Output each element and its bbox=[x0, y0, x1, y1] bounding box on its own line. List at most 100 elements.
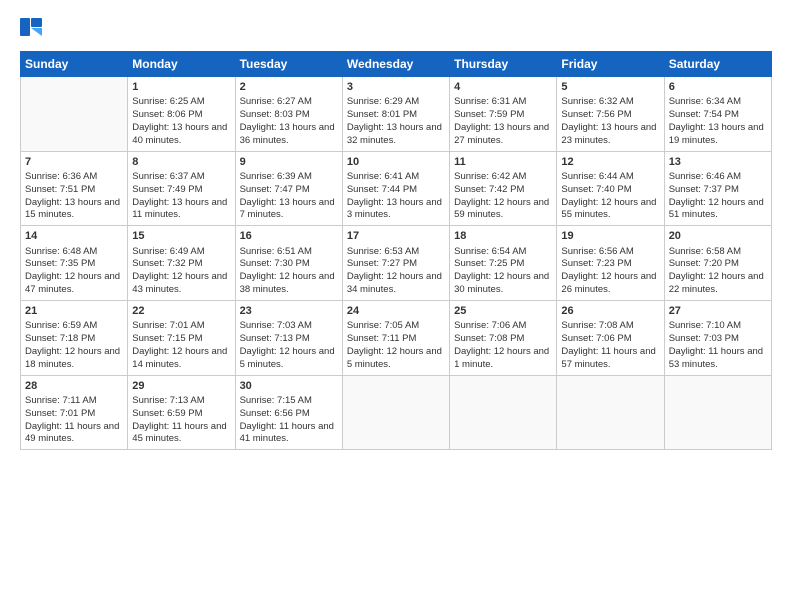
day-info: Sunrise: 6:59 AMSunset: 7:18 PMDaylight:… bbox=[25, 320, 123, 371]
calendar-cell: 4Sunrise: 6:31 AMSunset: 7:59 PMDaylight… bbox=[450, 77, 557, 152]
day-number: 16 bbox=[240, 229, 338, 244]
day-info: Sunrise: 6:42 AMSunset: 7:42 PMDaylight:… bbox=[454, 171, 552, 222]
page: SundayMondayTuesdayWednesdayThursdayFrid… bbox=[0, 0, 792, 612]
day-info: Sunrise: 6:39 AMSunset: 7:47 PMDaylight:… bbox=[240, 171, 338, 222]
day-number: 17 bbox=[347, 229, 445, 244]
calendar-cell: 11Sunrise: 6:42 AMSunset: 7:42 PMDayligh… bbox=[450, 151, 557, 226]
day-number: 21 bbox=[25, 304, 123, 319]
weekday-header: Wednesday bbox=[342, 52, 449, 77]
weekday-header: Sunday bbox=[21, 52, 128, 77]
day-number: 23 bbox=[240, 304, 338, 319]
day-number: 28 bbox=[25, 379, 123, 394]
calendar: SundayMondayTuesdayWednesdayThursdayFrid… bbox=[20, 51, 772, 450]
day-info: Sunrise: 7:10 AMSunset: 7:03 PMDaylight:… bbox=[669, 320, 767, 371]
calendar-cell: 21Sunrise: 6:59 AMSunset: 7:18 PMDayligh… bbox=[21, 300, 128, 375]
calendar-cell: 16Sunrise: 6:51 AMSunset: 7:30 PMDayligh… bbox=[235, 226, 342, 301]
calendar-week-row: 21Sunrise: 6:59 AMSunset: 7:18 PMDayligh… bbox=[21, 300, 772, 375]
calendar-week-row: 1Sunrise: 6:25 AMSunset: 8:06 PMDaylight… bbox=[21, 77, 772, 152]
calendar-cell bbox=[450, 375, 557, 450]
calendar-cell: 1Sunrise: 6:25 AMSunset: 8:06 PMDaylight… bbox=[128, 77, 235, 152]
day-number: 8 bbox=[132, 155, 230, 170]
day-info: Sunrise: 7:15 AMSunset: 6:56 PMDaylight:… bbox=[240, 395, 338, 446]
day-info: Sunrise: 7:13 AMSunset: 6:59 PMDaylight:… bbox=[132, 395, 230, 446]
calendar-week-row: 14 Sunrise: 6:48 AMSunset: 7:35 PMDayligh… bbox=[21, 226, 772, 301]
calendar-cell bbox=[557, 375, 664, 450]
calendar-cell: 23Sunrise: 7:03 AMSunset: 7:13 PMDayligh… bbox=[235, 300, 342, 375]
logo bbox=[20, 18, 46, 41]
calendar-cell: 9Sunrise: 6:39 AMSunset: 7:47 PMDaylight… bbox=[235, 151, 342, 226]
day-number: 27 bbox=[669, 304, 767, 319]
calendar-cell: 12Sunrise: 6:44 AMSunset: 7:40 PMDayligh… bbox=[557, 151, 664, 226]
calendar-cell: 24Sunrise: 7:05 AMSunset: 7:11 PMDayligh… bbox=[342, 300, 449, 375]
day-info: Sunrise: 6:29 AMSunset: 8:01 PMDaylight:… bbox=[347, 96, 445, 147]
weekday-header: Saturday bbox=[664, 52, 771, 77]
day-info: Sunrise: 6:37 AMSunset: 7:49 PMDaylight:… bbox=[132, 171, 230, 222]
calendar-cell: 2Sunrise: 6:27 AMSunset: 8:03 PMDaylight… bbox=[235, 77, 342, 152]
weekday-header: Tuesday bbox=[235, 52, 342, 77]
day-info: Sunrise: 7:05 AMSunset: 7:11 PMDaylight:… bbox=[347, 320, 445, 371]
calendar-cell: 19 Sunrise: 6:56 AMSunset: 7:23 PMDayligh… bbox=[557, 226, 664, 301]
calendar-cell: 15Sunrise: 6:49 AMSunset: 7:32 PMDayligh… bbox=[128, 226, 235, 301]
logo-icon bbox=[20, 18, 42, 41]
calendar-cell: 29Sunrise: 7:13 AMSunset: 6:59 PMDayligh… bbox=[128, 375, 235, 450]
day-info: Sunrise: 6:58 AMSunset: 7:20 PMDaylight:… bbox=[669, 246, 767, 297]
day-number: 29 bbox=[132, 379, 230, 394]
day-number: 25 bbox=[454, 304, 552, 319]
calendar-header-row: SundayMondayTuesdayWednesdayThursdayFrid… bbox=[21, 52, 772, 77]
day-info: Sunrise: 7:01 AMSunset: 7:15 PMDaylight:… bbox=[132, 320, 230, 371]
day-number: 4 bbox=[454, 80, 552, 95]
day-number: 30 bbox=[240, 379, 338, 394]
day-info: Sunrise: 6:56 AMSunset: 7:23 PMDaylight:… bbox=[561, 246, 659, 297]
day-info: Sunrise: 6:49 AMSunset: 7:32 PMDaylight:… bbox=[132, 246, 230, 297]
calendar-cell: 13Sunrise: 6:46 AMSunset: 7:37 PMDayligh… bbox=[664, 151, 771, 226]
day-info: Sunrise: 6:41 AMSunset: 7:44 PMDaylight:… bbox=[347, 171, 445, 222]
day-info: Sunrise: 6:48 AMSunset: 7:35 PMDaylight:… bbox=[25, 246, 123, 297]
calendar-cell: 25Sunrise: 7:06 AMSunset: 7:08 PMDayligh… bbox=[450, 300, 557, 375]
day-info: Sunrise: 6:25 AMSunset: 8:06 PMDaylight:… bbox=[132, 96, 230, 147]
day-number: 26 bbox=[561, 304, 659, 319]
calendar-cell: 5Sunrise: 6:32 AMSunset: 7:56 PMDaylight… bbox=[557, 77, 664, 152]
day-number: 3 bbox=[347, 80, 445, 95]
day-number: 5 bbox=[561, 80, 659, 95]
calendar-cell: 18Sunrise: 6:54 AMSunset: 7:25 PMDayligh… bbox=[450, 226, 557, 301]
day-number: 2 bbox=[240, 80, 338, 95]
day-number: 14 bbox=[25, 229, 123, 244]
day-info: Sunrise: 6:46 AMSunset: 7:37 PMDaylight:… bbox=[669, 171, 767, 222]
header bbox=[20, 18, 772, 41]
calendar-cell: 10Sunrise: 6:41 AMSunset: 7:44 PMDayligh… bbox=[342, 151, 449, 226]
day-number: 7 bbox=[25, 155, 123, 170]
weekday-header: Thursday bbox=[450, 52, 557, 77]
calendar-cell bbox=[21, 77, 128, 152]
calendar-cell: 8Sunrise: 6:37 AMSunset: 7:49 PMDaylight… bbox=[128, 151, 235, 226]
day-info: Sunrise: 6:54 AMSunset: 7:25 PMDaylight:… bbox=[454, 246, 552, 297]
day-info: Sunrise: 6:27 AMSunset: 8:03 PMDaylight:… bbox=[240, 96, 338, 147]
calendar-cell: 27Sunrise: 7:10 AMSunset: 7:03 PMDayligh… bbox=[664, 300, 771, 375]
calendar-cell: 28Sunrise: 7:11 AMSunset: 7:01 PMDayligh… bbox=[21, 375, 128, 450]
day-info: Sunrise: 7:03 AMSunset: 7:13 PMDaylight:… bbox=[240, 320, 338, 371]
day-info: Sunrise: 6:34 AMSunset: 7:54 PMDaylight:… bbox=[669, 96, 767, 147]
weekday-header: Monday bbox=[128, 52, 235, 77]
day-number: 13 bbox=[669, 155, 767, 170]
calendar-cell: 22Sunrise: 7:01 AMSunset: 7:15 PMDayligh… bbox=[128, 300, 235, 375]
day-info: Sunrise: 6:44 AMSunset: 7:40 PMDaylight:… bbox=[561, 171, 659, 222]
day-info: Sunrise: 7:08 AMSunset: 7:06 PMDaylight:… bbox=[561, 320, 659, 371]
day-number: 6 bbox=[669, 80, 767, 95]
day-number: 10 bbox=[347, 155, 445, 170]
day-number: 19 bbox=[561, 229, 659, 244]
day-number: 24 bbox=[347, 304, 445, 319]
calendar-cell: 20Sunrise: 6:58 AMSunset: 7:20 PMDayligh… bbox=[664, 226, 771, 301]
day-info: Sunrise: 6:53 AMSunset: 7:27 PMDaylight:… bbox=[347, 246, 445, 297]
day-number: 1 bbox=[132, 80, 230, 95]
calendar-cell: 30Sunrise: 7:15 AMSunset: 6:56 PMDayligh… bbox=[235, 375, 342, 450]
calendar-cell: 17 Sunrise: 6:53 AMSunset: 7:27 PMDayligh… bbox=[342, 226, 449, 301]
day-info: Sunrise: 7:06 AMSunset: 7:08 PMDaylight:… bbox=[454, 320, 552, 371]
calendar-cell bbox=[342, 375, 449, 450]
day-info: Sunrise: 6:32 AMSunset: 7:56 PMDaylight:… bbox=[561, 96, 659, 147]
day-number: 22 bbox=[132, 304, 230, 319]
calendar-cell: 14 Sunrise: 6:48 AMSunset: 7:35 PMDayligh… bbox=[21, 226, 128, 301]
calendar-week-row: 28Sunrise: 7:11 AMSunset: 7:01 PMDayligh… bbox=[21, 375, 772, 450]
calendar-cell: 6Sunrise: 6:34 AMSunset: 7:54 PMDaylight… bbox=[664, 77, 771, 152]
day-number: 9 bbox=[240, 155, 338, 170]
calendar-cell bbox=[664, 375, 771, 450]
day-number: 12 bbox=[561, 155, 659, 170]
